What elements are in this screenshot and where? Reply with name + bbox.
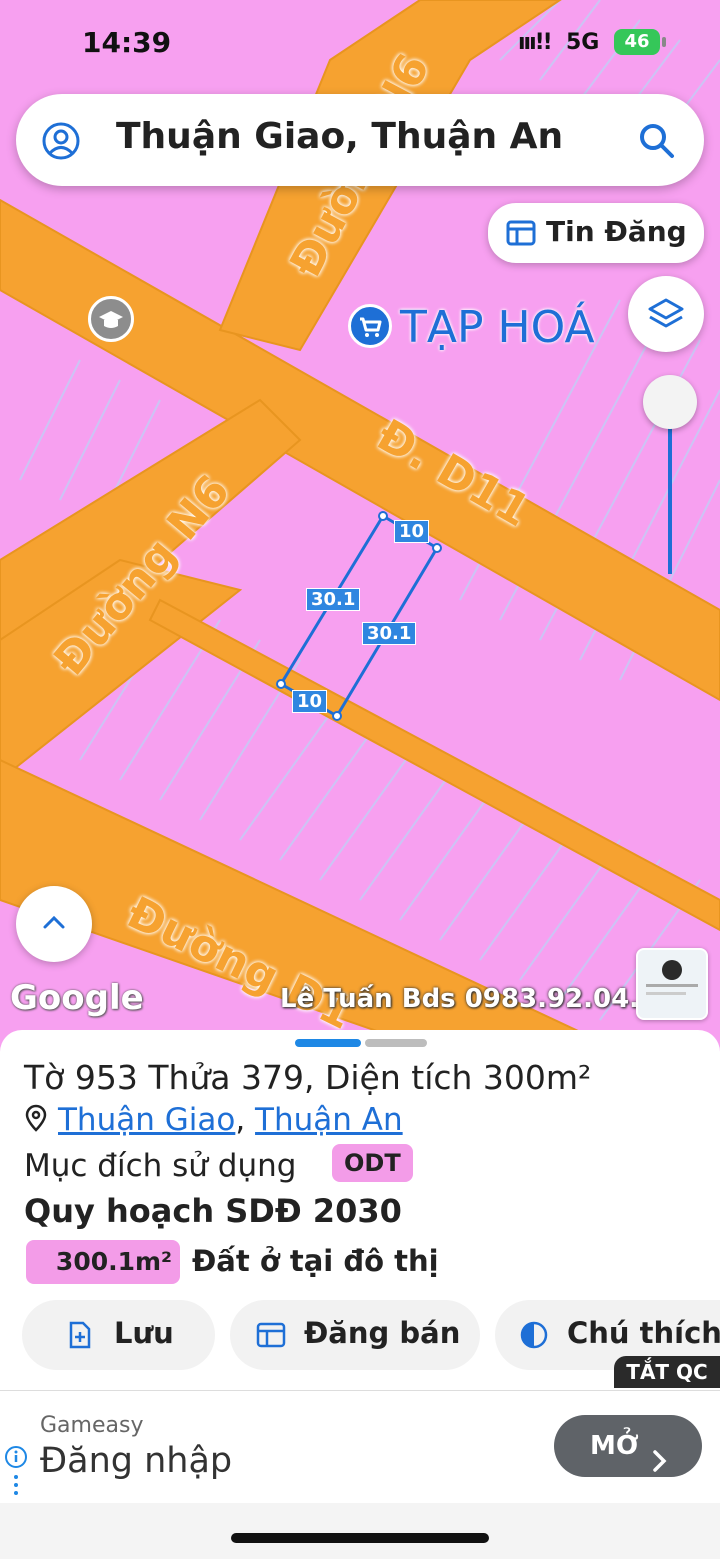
add-file-icon: [68, 1321, 92, 1353]
network-type: 5G: [566, 30, 600, 55]
streetview-thumbnail[interactable]: [636, 948, 708, 1020]
location-separator: ,: [235, 1102, 256, 1138]
status-time: 14:39: [82, 26, 172, 59]
layers-icon: [648, 296, 684, 336]
status-bar: 14:39 ııı!! 5G 46: [0, 0, 720, 80]
page-indicator-active[interactable]: [295, 1039, 361, 1047]
plan-land-type: Đất ở tại đô thị: [192, 1244, 439, 1278]
post-sale-button[interactable]: Đăng bán: [230, 1300, 480, 1370]
ad-banner[interactable]: Gameasy Đăng nhập MỞ: [0, 1390, 720, 1503]
ad-open-button[interactable]: MỞ: [554, 1415, 702, 1477]
location-ward-link[interactable]: Thuận Giao: [58, 1102, 235, 1138]
user-icon[interactable]: [42, 122, 80, 164]
battery-tip: [662, 37, 666, 47]
calendar-icon: [256, 1322, 286, 1352]
signal-icon: ııı!!: [518, 30, 553, 55]
opacity-slider-handle[interactable]: [643, 375, 697, 429]
post-sale-label: Đăng bán: [304, 1316, 461, 1350]
google-attribution: Google: [10, 978, 144, 1018]
search-icon[interactable]: [638, 122, 676, 164]
plan-title: Quy hoạch SDĐ 2030: [24, 1192, 402, 1230]
expand-sheet-button[interactable]: [16, 886, 92, 962]
home-indicator[interactable]: [231, 1533, 489, 1543]
location-pin-icon: [24, 1104, 48, 1140]
parcel-edge-label: 30.1: [306, 588, 361, 611]
layers-button[interactable]: [628, 276, 704, 352]
parcel-edge-label: 10: [394, 520, 430, 543]
ad-info-icon[interactable]: [4, 1445, 28, 1501]
purpose-code-badge: ODT: [332, 1144, 413, 1182]
search-location-title[interactable]: Thuận Giao, Thuận An: [116, 116, 563, 157]
listings-label: Tin Đăng: [546, 215, 687, 248]
shop-cart-icon[interactable]: [348, 304, 392, 348]
parcel-edge-label: 30.1: [362, 622, 417, 645]
search-bar[interactable]: Thuận Giao, Thuận An: [16, 94, 704, 186]
parcel-edge-label: 10: [292, 690, 328, 713]
page-indicator[interactable]: [365, 1039, 427, 1047]
parcel-title: Tờ 953 Thửa 379, Diện tích 300m²: [24, 1058, 592, 1097]
watermark-text: Lê Tuấn Bds 0983.92.04.1: [280, 984, 658, 1014]
chevron-right-icon: [652, 1434, 668, 1496]
listings-button[interactable]: Tin Đăng: [488, 203, 704, 263]
poi-shop-label[interactable]: TẠP HOÁ: [400, 302, 595, 353]
ad-headline: Đăng nhập: [40, 1441, 233, 1481]
location-city-link[interactable]: Thuận An: [255, 1102, 403, 1138]
save-label: Lưu: [114, 1316, 174, 1350]
legend-label: Chú thích: [567, 1316, 720, 1350]
ad-open-label: MỞ: [590, 1431, 639, 1461]
parcel-info-sheet: Tờ 953 Thửa 379, Diện tích 300m² Thuận G…: [0, 1030, 720, 1390]
ad-brand: Gameasy: [40, 1413, 144, 1438]
plan-area-badge: 300.1m²: [26, 1240, 180, 1284]
parcel-location: Thuận Giao, Thuận An: [24, 1102, 403, 1140]
contrast-icon: [520, 1321, 548, 1353]
school-icon[interactable]: [88, 296, 134, 342]
hide-ads-button[interactable]: TẮT QC: [614, 1356, 720, 1388]
chevron-up-icon: [42, 914, 66, 934]
list-icon: [506, 220, 536, 250]
save-button[interactable]: Lưu: [22, 1300, 215, 1370]
battery-icon: 46: [614, 29, 660, 55]
purpose-label: Mục đích sử dụng: [24, 1148, 297, 1184]
